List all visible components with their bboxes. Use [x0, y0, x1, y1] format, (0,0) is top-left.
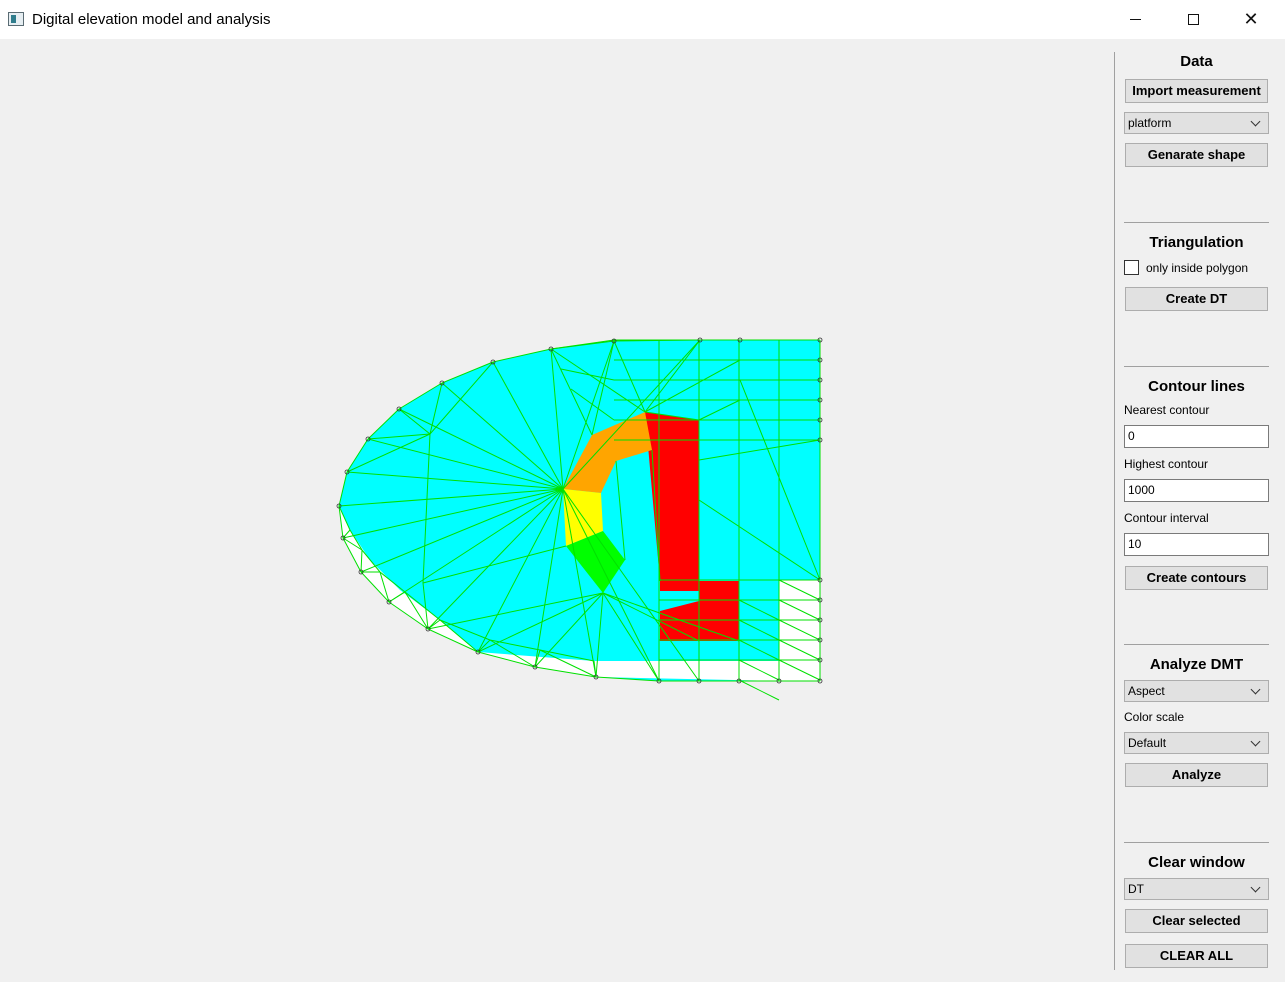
triangulation-view[interactable]: [0, 40, 1110, 980]
minimize-button[interactable]: [1106, 0, 1164, 39]
highest-contour-input[interactable]: 1000: [1124, 479, 1269, 502]
section-divider: [1124, 644, 1269, 645]
minimize-icon: [1129, 19, 1141, 20]
maximize-button[interactable]: [1164, 0, 1222, 39]
maximize-icon: [1187, 14, 1199, 25]
clear-target-select[interactable]: DT: [1124, 878, 1269, 900]
section-divider: [1124, 366, 1269, 367]
close-button[interactable]: ✕: [1222, 0, 1280, 39]
clear-target-value: DT: [1128, 882, 1144, 896]
color-scale-select[interactable]: Default: [1124, 732, 1269, 754]
title-bar: Digital elevation model and analysis ✕: [0, 0, 1285, 40]
analyze-button[interactable]: Analyze: [1125, 763, 1268, 787]
shape-select[interactable]: platform: [1124, 112, 1269, 134]
create-dt-button[interactable]: Create DT: [1125, 287, 1268, 311]
chevron-down-icon: [1250, 684, 1261, 695]
clear-all-button[interactable]: CLEAR ALL: [1125, 944, 1268, 968]
shape-select-value: platform: [1128, 116, 1172, 130]
close-icon: ✕: [1243, 9, 1259, 29]
analysis-mode-select[interactable]: Aspect: [1124, 680, 1269, 702]
analysis-mode-value: Aspect: [1128, 684, 1165, 698]
analyze-section-title: Analyze DMT: [1149, 656, 1244, 673]
window-title: Digital elevation model and analysis: [32, 11, 271, 28]
triangulation-section-title: Triangulation: [1149, 234, 1244, 251]
inside-polygon-checkbox[interactable]: [1124, 260, 1139, 275]
contours-section-title: Contour lines: [1148, 378, 1245, 395]
import-measurement-button[interactable]: Import measurement: [1125, 79, 1268, 103]
chevron-down-icon: [1250, 882, 1261, 893]
section-divider: [1124, 842, 1269, 843]
data-section-title: Data: [1180, 53, 1213, 70]
app-icon: [8, 12, 24, 26]
color-scale-label: Color scale: [1124, 710, 1185, 724]
contour-interval-label: Contour interval: [1124, 511, 1209, 525]
nearest-contour-input[interactable]: 0: [1124, 425, 1269, 448]
inside-polygon-label: only inside polygon: [1146, 261, 1249, 275]
triangle-edge: [738, 679, 780, 701]
contour-interval-input[interactable]: 10: [1124, 533, 1269, 556]
generate-shape-button[interactable]: Genarate shape: [1125, 143, 1268, 167]
clear-selected-button[interactable]: Clear selected: [1125, 909, 1268, 933]
chevron-down-icon: [1250, 736, 1261, 747]
clear-section-title: Clear window: [1148, 854, 1245, 871]
nearest-contour-label: Nearest contour: [1124, 403, 1210, 417]
drawing-canvas[interactable]: [0, 40, 1110, 980]
create-contours-button[interactable]: Create contours: [1125, 566, 1268, 590]
color-scale-value: Default: [1128, 736, 1167, 750]
chevron-down-icon: [1250, 116, 1261, 127]
highest-contour-label: Highest contour: [1124, 457, 1209, 471]
section-divider: [1124, 222, 1269, 223]
